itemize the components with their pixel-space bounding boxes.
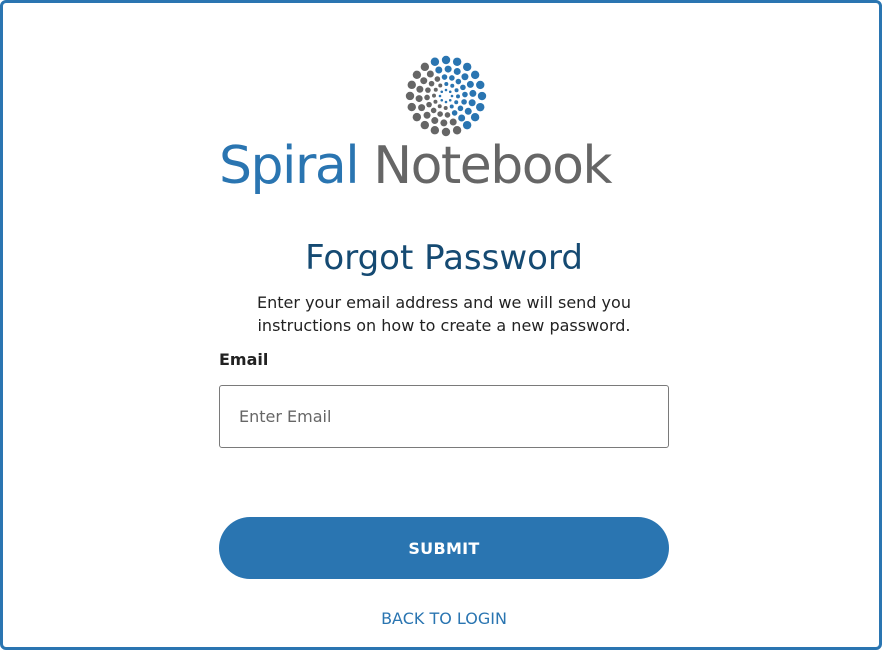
logo-dot [454, 100, 459, 105]
logo-dot [418, 104, 426, 112]
logo-dot [440, 119, 448, 127]
logo-dot [405, 91, 415, 101]
logo-dot [452, 57, 462, 66]
submit-button[interactable]: SUBMIT [219, 517, 669, 579]
logo-dot [460, 84, 466, 91]
dotted-spiral-icon [405, 55, 487, 137]
logo-dot [407, 80, 416, 90]
logo-dot [464, 107, 472, 115]
logo-dot [469, 89, 477, 97]
logo-dot [407, 102, 416, 112]
logo-dot [444, 88, 448, 92]
logo-dot [466, 80, 474, 88]
logo-dot [476, 80, 485, 90]
logo-dot [420, 62, 430, 72]
logo-dot [462, 91, 468, 98]
logo-dot [444, 112, 451, 118]
logo-dot [431, 117, 439, 125]
page-card: Spiral Notebook Forgot Password Enter yo… [0, 0, 882, 650]
brand-word-spiral: Spiral [219, 136, 360, 196]
brand-wordmark: Spiral Notebook [219, 131, 669, 201]
logo-dot [425, 87, 431, 93]
logo-dot [437, 104, 442, 109]
logo-dot [441, 74, 448, 80]
logo-dot [461, 73, 469, 81]
logo-dot [430, 57, 440, 66]
email-field[interactable] [219, 385, 669, 448]
logo-dot [451, 110, 458, 116]
logo-dot [426, 101, 432, 108]
logo-dot [444, 65, 452, 73]
logo-dot [470, 70, 480, 80]
logo-dot [434, 76, 441, 82]
description-line: Enter your email address and we will sen… [257, 293, 631, 312]
logo-dot [420, 77, 428, 85]
logo-dot [457, 105, 464, 112]
logo-dot [454, 88, 459, 93]
logo-dot [430, 107, 437, 114]
logo-dot [448, 90, 452, 94]
logo-dot [433, 87, 438, 92]
logo-dot [449, 118, 457, 126]
brand-word-notebook: Notebook [373, 136, 612, 196]
logo-dot [450, 94, 454, 98]
logo-dot [428, 80, 435, 87]
logo-dot [420, 120, 430, 130]
description-line: instructions on how to create a new pass… [257, 316, 631, 335]
logo-dot [448, 98, 452, 102]
logo-dot [435, 66, 443, 74]
logo-dot [476, 102, 485, 112]
logo-dot [437, 111, 443, 117]
logo-dot [477, 91, 487, 101]
logo-dot [426, 70, 434, 78]
logo-dot [438, 83, 443, 88]
logo-dot [462, 62, 472, 72]
logo-dot [443, 106, 448, 110]
logo-dot [458, 114, 466, 122]
form-description: Enter your email address and we will sen… [223, 291, 665, 337]
logo-dot [468, 99, 476, 107]
logo-dot [456, 94, 460, 99]
logo-dot [455, 78, 462, 85]
logo-dot [449, 104, 454, 109]
logo-dot [449, 75, 455, 81]
logo-dot [444, 100, 448, 104]
logo-dot [412, 112, 422, 122]
logo-dot [440, 98, 444, 102]
logo-dot [416, 85, 424, 93]
logo-dot [470, 112, 480, 122]
email-label: Email [219, 350, 269, 369]
back-to-login-link[interactable]: BACK TO LOGIN [3, 607, 882, 631]
logo-dot [441, 55, 451, 65]
page-title: Forgot Password [305, 238, 583, 278]
logo-dot [412, 70, 422, 80]
logo-dot [440, 90, 444, 94]
logo-dot [433, 99, 438, 104]
logo-dot [450, 83, 455, 88]
logo-dot [462, 120, 472, 130]
logo-dot [438, 94, 442, 98]
logo-dot [415, 95, 423, 103]
logo-dot [444, 82, 449, 86]
logo-dot [432, 93, 436, 98]
logo-dot [461, 99, 467, 105]
logo-dot [423, 111, 431, 119]
logo-dot [453, 67, 461, 75]
logo-dot [424, 94, 430, 101]
